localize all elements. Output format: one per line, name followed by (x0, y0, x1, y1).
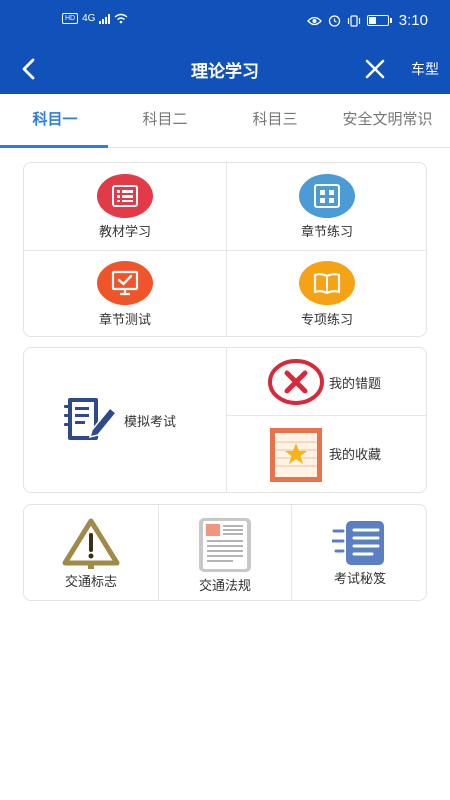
special-practice-label: 专项练习 (300, 312, 353, 327)
monitor-check-icon (97, 261, 153, 305)
nav-bar: 理论学习 车型 (0, 44, 450, 94)
textbook-study-label: 教材学习 (98, 224, 151, 239)
exam-notebook-icon (64, 398, 118, 440)
traffic-laws-label: 交通法规 (198, 578, 251, 593)
special-practice-button[interactable]: 专项练习 (227, 251, 426, 336)
traffic-laws-button[interactable]: 交通法规 (159, 505, 291, 600)
tab-subject-two[interactable]: 科目二 (110, 94, 220, 148)
chapter-test-label: 章节测试 (98, 312, 151, 327)
battery-icon (366, 15, 392, 26)
wrong-x-icon (268, 359, 324, 405)
network-type: 4G (82, 13, 96, 24)
grid-icon (299, 174, 355, 218)
close-button[interactable] (360, 54, 390, 84)
tab-subject-one[interactable]: 科目一 (0, 94, 110, 148)
book-icon (299, 261, 355, 305)
eye-icon (306, 16, 322, 25)
close-icon (365, 59, 385, 79)
tab-safety-knowledge[interactable]: 安全文明常识 (330, 94, 445, 148)
vibrate-icon (347, 14, 360, 27)
vehicle-type-button[interactable]: 车型 (411, 59, 439, 79)
wifi-icon (115, 13, 128, 24)
status-left: HD 4G (62, 13, 128, 24)
tab-subject-three[interactable]: 科目三 (220, 94, 330, 148)
chapter-test-button[interactable]: 章节测试 (24, 251, 226, 336)
alarm-icon (328, 15, 340, 27)
exam-card: 模拟考试 我的错题 我的收藏 (23, 347, 427, 493)
status-bar: HD 4G 3:10 (0, 0, 450, 44)
exam-tips-label: 考试秘笈 (333, 571, 386, 586)
textbook-icon (97, 174, 153, 218)
my-wrong-questions-button[interactable]: 我的错题 (227, 348, 426, 415)
my-wrong-questions-label: 我的错题 (329, 376, 382, 391)
clock-time: 3:10 (398, 12, 428, 29)
fast-notes-icon (332, 521, 384, 565)
active-tab-indicator (0, 145, 108, 148)
document-icon (199, 518, 251, 572)
textbook-study-button[interactable]: 教材学习 (24, 163, 226, 250)
star-note-icon (270, 428, 322, 482)
mock-exam-label: 模拟考试 (124, 414, 177, 429)
my-favorites-label: 我的收藏 (329, 447, 382, 462)
exam-tips-button[interactable]: 考试秘笈 (292, 505, 426, 600)
chapter-practice-label: 章节练习 (300, 224, 353, 239)
chapter-practice-button[interactable]: 章节练习 (227, 163, 426, 250)
resources-card: 交通标志 交通法规 考试秘笈 (23, 504, 427, 601)
subject-tabs: 科目一 科目二 科目三 安全文明常识 (0, 94, 450, 148)
traffic-signs-button[interactable]: 交通标志 (24, 505, 158, 600)
traffic-signs-label: 交通标志 (64, 574, 117, 589)
status-right: 3:10 (306, 12, 428, 29)
warning-sign-icon (62, 518, 120, 569)
hd-icon: HD (62, 13, 79, 24)
signal-icon (99, 13, 111, 24)
study-grid-card: 教材学习 章节练习 章节测试 专项练习 (23, 162, 427, 337)
my-favorites-button[interactable]: 我的收藏 (227, 416, 426, 492)
mock-exam-button[interactable]: 模拟考试 (24, 348, 226, 492)
